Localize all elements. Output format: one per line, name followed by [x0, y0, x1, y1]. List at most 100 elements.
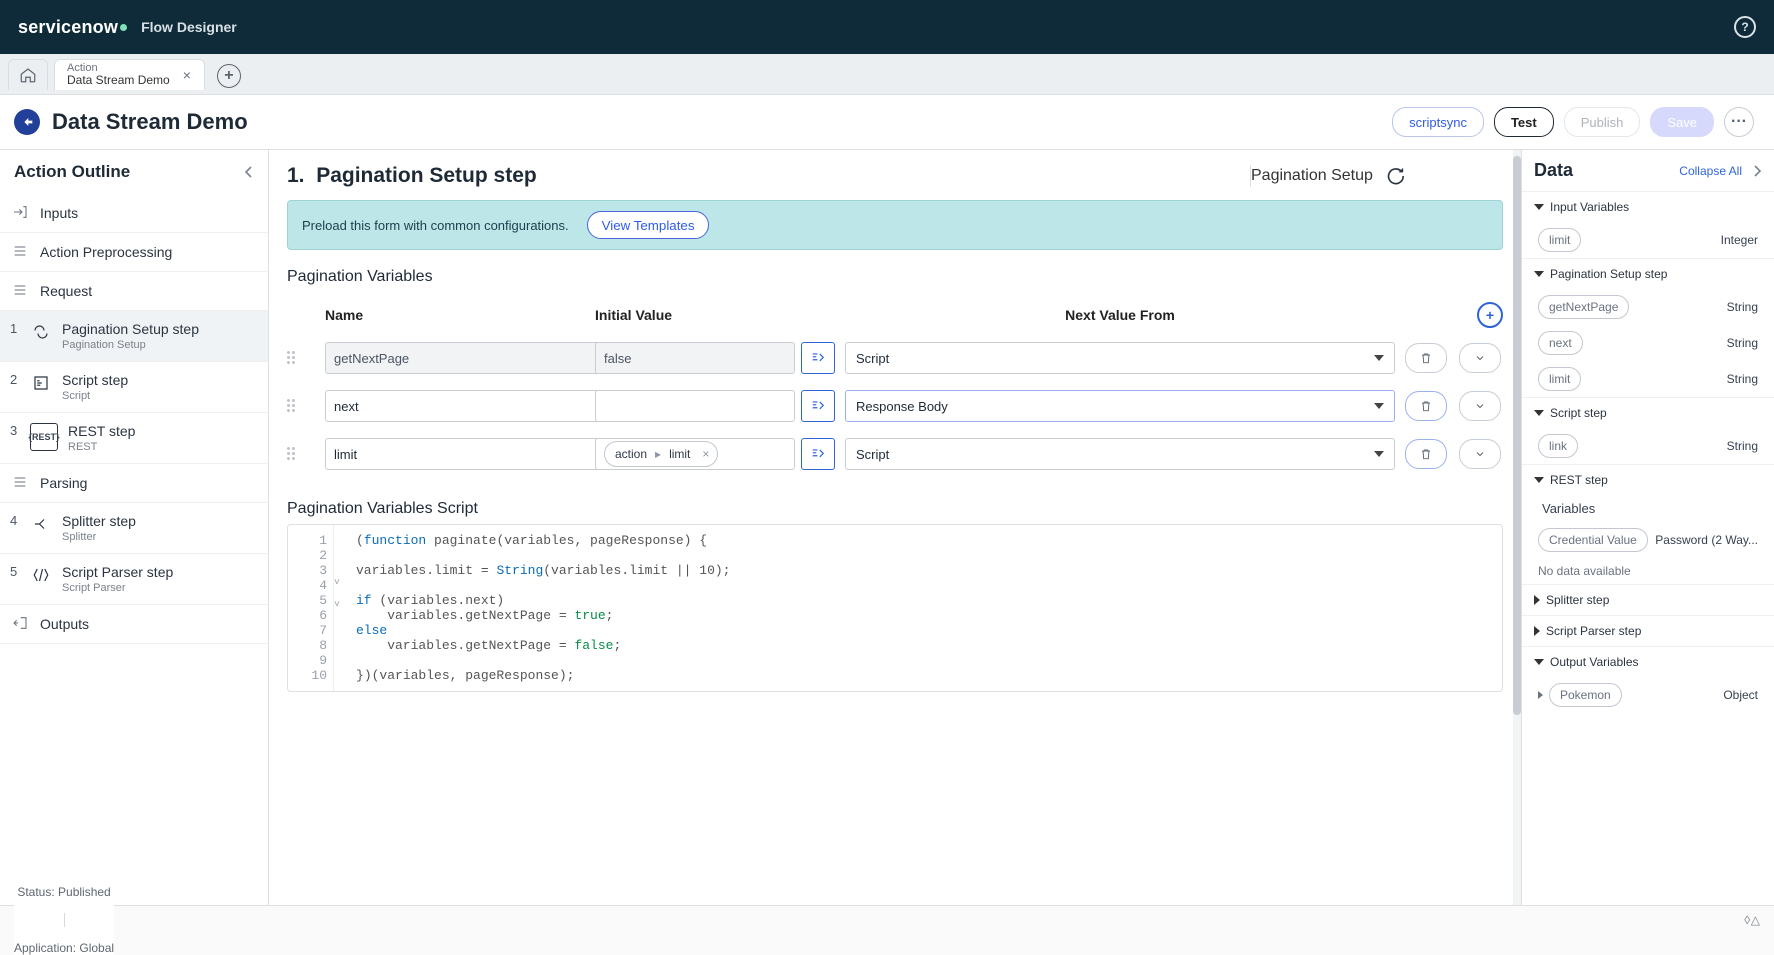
name-input[interactable]: next: [325, 390, 603, 422]
fold-column[interactable]: ˅ ˅: [334, 525, 348, 691]
data-row[interactable]: getNextPage String: [1522, 289, 1774, 325]
outline-parsing[interactable]: Parsing: [0, 464, 268, 503]
pill-part: action: [615, 447, 647, 461]
data-pill[interactable]: action ▸ limit ×: [604, 441, 718, 467]
help-icon[interactable]: ?: [1734, 16, 1756, 38]
outline-step-num: 2: [10, 372, 20, 387]
add-tab-button[interactable]: +: [217, 64, 241, 88]
data-row[interactable]: next String: [1522, 325, 1774, 361]
top-bar: servicenow Flow Designer ?: [0, 0, 1774, 54]
more-button[interactable]: ···: [1724, 107, 1754, 137]
outline-step-num: 5: [10, 564, 20, 579]
pill-remove-icon[interactable]: ×: [702, 447, 709, 461]
close-icon[interactable]: ×: [180, 68, 194, 82]
loop-icon: [1383, 165, 1405, 187]
delete-row-button[interactable]: [1405, 439, 1447, 469]
logo: servicenow: [18, 17, 127, 38]
data-pill[interactable]: limit: [1538, 228, 1581, 252]
outline-step-script-parser[interactable]: 5 Script Parser step Script Parser: [0, 554, 268, 605]
section-splitter[interactable]: Splitter step: [1522, 584, 1774, 615]
code-editor[interactable]: 1 2 3 4 5 6 7 8 9 10 ˅ ˅: [287, 524, 1503, 692]
data-panel: Data Collapse All Input Variables limit …: [1521, 150, 1774, 905]
expand-row-button[interactable]: [1459, 391, 1501, 421]
section-pagination[interactable]: Pagination Setup step: [1522, 258, 1774, 289]
outline-step-pagination[interactable]: 1 Pagination Setup step Pagination Setup: [0, 311, 268, 362]
select-label: Script: [856, 447, 889, 462]
outline-step-title: REST step: [68, 423, 135, 439]
data-pill[interactable]: limit: [1538, 367, 1581, 391]
data-row[interactable]: link String: [1522, 428, 1774, 464]
section-input-vars[interactable]: Input Variables: [1522, 191, 1774, 222]
col-initial: Initial Value: [595, 307, 835, 323]
code[interactable]: (function paginate(variables, pageRespon…: [348, 525, 1502, 691]
initial-input[interactable]: [595, 390, 795, 422]
outline-inputs[interactable]: Inputs: [0, 194, 268, 233]
collapse-outline-button[interactable]: [244, 165, 254, 179]
next-value-select[interactable]: Script: [845, 342, 1395, 374]
scrollbar[interactable]: [1513, 150, 1521, 905]
outline-preprocessing[interactable]: Action Preprocessing: [0, 233, 268, 272]
data-pill[interactable]: next: [1538, 331, 1583, 355]
step-heading: 1. Pagination Setup step: [287, 164, 537, 188]
outline-outputs[interactable]: Outputs: [0, 605, 268, 644]
expand-panel-button[interactable]: [1752, 164, 1762, 178]
outline-step-rest[interactable]: 3 {REST} REST step REST: [0, 413, 268, 464]
initial-input[interactable]: action ▸ limit ×: [595, 438, 795, 470]
main-layout: Action Outline Inputs Action Preprocessi…: [0, 150, 1774, 905]
data-picker-button[interactable]: [801, 438, 835, 470]
outline-step-splitter[interactable]: 4 Splitter step Splitter: [0, 503, 268, 554]
section-output[interactable]: Output Variables: [1522, 646, 1774, 677]
outline-step-num: 4: [10, 513, 20, 528]
no-data-text: No data available: [1522, 558, 1774, 584]
data-picker-button[interactable]: [801, 390, 835, 422]
data-pill[interactable]: Pokemon: [1549, 683, 1622, 707]
select-label: Script: [856, 351, 889, 366]
chevron-right-icon: [1752, 164, 1762, 178]
data-row[interactable]: Credential Value Password (2 Way...: [1522, 522, 1774, 558]
outline-step-sub: Pagination Setup: [62, 339, 199, 351]
outline-step-script[interactable]: 2 Script step Script: [0, 362, 268, 413]
test-button[interactable]: Test: [1494, 107, 1554, 137]
pill-part: limit: [669, 447, 690, 461]
next-value-select[interactable]: Response Body: [845, 390, 1395, 422]
expand-row-button[interactable]: [1459, 439, 1501, 469]
drag-handle[interactable]: [287, 399, 301, 413]
drag-handle[interactable]: [287, 447, 301, 461]
add-row-button[interactable]: +: [1477, 302, 1503, 328]
drag-handle[interactable]: [287, 351, 301, 365]
outline-step-sub: Script: [62, 390, 128, 402]
delete-row-button[interactable]: [1405, 343, 1447, 373]
section-script[interactable]: Script step: [1522, 397, 1774, 428]
table-row: limit action ▸ limit × S: [287, 430, 1503, 478]
outline-request[interactable]: Request: [0, 272, 268, 311]
publish-button[interactable]: Publish: [1564, 107, 1641, 137]
data-row[interactable]: Pokemon Object: [1522, 677, 1774, 713]
name-input[interactable]: limit: [325, 438, 603, 470]
data-type: String: [1727, 372, 1758, 386]
status-right-icon[interactable]: ◊△: [1744, 913, 1760, 928]
data-row[interactable]: limit Integer: [1522, 222, 1774, 258]
section-script-parser[interactable]: Script Parser step: [1522, 615, 1774, 646]
outline-step-num: 1: [10, 321, 20, 336]
delete-row-button[interactable]: [1405, 391, 1447, 421]
home-tab[interactable]: [8, 59, 48, 90]
data-pill[interactable]: link: [1538, 434, 1578, 458]
tab-action[interactable]: Action Data Stream Demo ×: [54, 59, 205, 90]
expand-row-button[interactable]: [1459, 343, 1501, 373]
data-title: Data: [1534, 160, 1573, 181]
back-button[interactable]: [14, 109, 40, 135]
alert-text: Preload this form with common configurat…: [302, 218, 569, 233]
status-bar: Status: Published Application: Global ◊△: [0, 905, 1774, 934]
data-pill[interactable]: getNextPage: [1538, 295, 1629, 319]
section-rest[interactable]: REST step: [1522, 464, 1774, 495]
scriptsync-button[interactable]: scriptsync: [1392, 107, 1484, 137]
data-pill[interactable]: Credential Value: [1538, 528, 1648, 552]
view-templates-button[interactable]: View Templates: [587, 211, 710, 239]
save-button[interactable]: Save: [1650, 107, 1714, 137]
data-row[interactable]: limit String: [1522, 361, 1774, 397]
next-value-select[interactable]: Script: [845, 438, 1395, 470]
select-label: Response Body: [856, 399, 948, 414]
collapse-all-button[interactable]: Collapse All: [1679, 164, 1742, 178]
data-picker-button[interactable]: [801, 342, 835, 374]
outline-step-title: Script step: [62, 372, 128, 388]
